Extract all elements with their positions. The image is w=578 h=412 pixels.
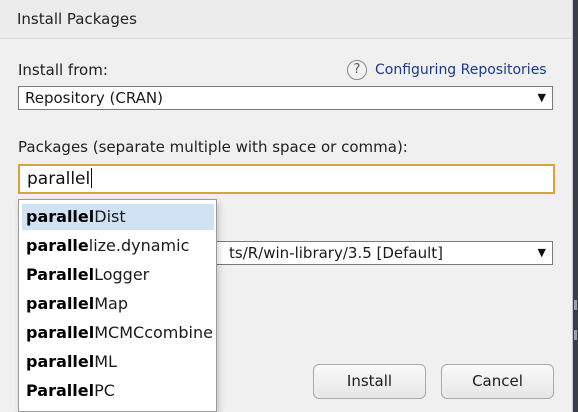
background-mark [574, 300, 577, 310]
autocomplete-item[interactable]: parallelMap [22, 291, 214, 317]
title-bar: Install Packages [0, 0, 572, 39]
background-mark [574, 330, 577, 340]
install-from-select[interactable]: Repository (CRAN) ▼ [18, 86, 553, 110]
cancel-button[interactable]: Cancel [441, 364, 554, 399]
dropdown-arrow-icon: ▼ [537, 246, 546, 259]
dialog-title: Install Packages [17, 10, 137, 28]
autocomplete-item[interactable]: parallelMCMCcombine [22, 320, 214, 346]
install-to-library-value: ts/R/win-library/3.5 [Default] [229, 244, 444, 262]
install-from-label: Install from: [18, 61, 108, 79]
autocomplete-item[interactable]: parallelML [22, 349, 214, 375]
text-caret [91, 168, 93, 188]
background-window-edge [573, 0, 578, 412]
packages-input-value: parallel [27, 169, 91, 189]
autocomplete-item[interactable]: parallelize.dynamic [22, 233, 214, 259]
package-autocomplete-list: parallelDist parallelize.dynamic Paralle… [18, 199, 217, 412]
install-packages-dialog: Install Packages Install from: ? Configu… [0, 0, 573, 412]
question-mark-icon[interactable]: ? [347, 60, 367, 80]
install-from-value: Repository (CRAN) [25, 89, 164, 107]
packages-input[interactable]: parallel [18, 164, 555, 194]
autocomplete-item[interactable]: ParallelPC [22, 378, 214, 404]
autocomplete-item[interactable]: parallelDist [22, 204, 214, 230]
install-button[interactable]: Install [313, 364, 426, 399]
dropdown-arrow-icon: ▼ [537, 91, 546, 104]
autocomplete-item[interactable]: ParallelLogger [22, 262, 214, 288]
configuring-repositories-link[interactable]: Configuring Repositories [375, 62, 547, 78]
packages-label: Packages (separate multiple with space o… [18, 138, 408, 156]
